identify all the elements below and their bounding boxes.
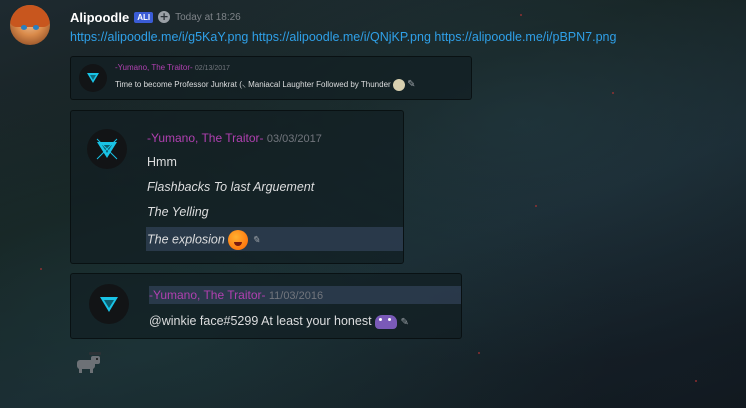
embed-date: 03/03/2017 (266, 133, 322, 145)
embed-avatar (87, 129, 127, 169)
logo-icon (100, 297, 118, 312)
background-speck (520, 14, 522, 16)
link-1[interactable]: https://alipoodle.me/i/g5KaY.png (70, 30, 248, 44)
embed-text: The explosion (147, 232, 225, 247)
embed-card-2: -Yumano, The Traitor- 03/03/2017 Hmm Fla… (70, 110, 404, 264)
embed-avatar (79, 64, 107, 92)
avatar-eye (33, 25, 39, 30)
embed-text-line: Hmm (147, 155, 177, 169)
embed-author[interactable]: -Yumano, The Traitor- (149, 288, 266, 302)
link-3[interactable]: https://alipoodle.me/i/pBPN7.png (434, 30, 616, 44)
background-speck (40, 268, 42, 270)
embed-author-line: -Yumano, The Traitor- 02/13/2017 (115, 63, 230, 72)
emoji-icon (375, 314, 398, 329)
embed-text-line: The explosion ✎ (147, 230, 260, 250)
embed-author[interactable]: -Yumano, The Traitor- (147, 131, 264, 145)
username[interactable]: Alipoodle (70, 10, 129, 25)
embed-author[interactable]: -Yumano, The Traitor- (115, 63, 193, 72)
pet-icon[interactable] (73, 350, 103, 374)
embed-card-1: -Yumano, The Traitor- 02/13/2017 Time to… (70, 56, 472, 100)
embed-date: 11/03/2016 (268, 290, 324, 302)
background-speck (695, 380, 697, 382)
embed-avatar (89, 284, 129, 324)
embed-text-line: Time to become Professor Junkrat (⸜ Mani… (115, 79, 416, 91)
pencil-icon: ✎ (400, 317, 409, 328)
user-avatar[interactable] (10, 5, 50, 45)
background-speck (612, 92, 614, 94)
avatar-eye (21, 25, 27, 30)
emoji-icon (228, 230, 249, 250)
link-2[interactable]: https://alipoodle.me/i/QNjKP.png (252, 30, 431, 44)
embed-text-line: Flashbacks To last Arguement (147, 180, 315, 194)
avatar-hair (10, 5, 50, 27)
embed-text: Time to become Professor Junkrat (⸜ Mani… (115, 80, 391, 90)
background-speck (535, 205, 537, 207)
logo-icon (96, 138, 118, 160)
background-speck (478, 352, 480, 354)
pencil-icon: ✎ (251, 235, 261, 247)
emoji-icon (392, 79, 405, 91)
message-header: Alipoodle ALI + Today at 18:26 (70, 8, 241, 26)
pencil-icon: ✎ (407, 79, 416, 91)
embed-author-line: -Yumano, The Traitor- 03/03/2017 (147, 131, 322, 145)
embed-date: 02/13/2017 (194, 65, 230, 72)
embed-card-3: -Yumano, The Traitor- 11/03/2016 @winkie… (70, 273, 462, 339)
message-timestamp: Today at 18:26 (175, 11, 241, 23)
embed-text-line: The Yelling (147, 205, 209, 219)
embed-text: @winkie face#5299 At least your honest (149, 314, 372, 328)
logo-icon (87, 73, 99, 83)
embed-text-line: @winkie face#5299 At least your honest ✎ (149, 314, 409, 329)
embed-author-line: -Yumano, The Traitor- 11/03/2016 (149, 288, 323, 302)
plus-icon[interactable]: + (158, 11, 171, 23)
bot-badge: ALI (134, 11, 154, 23)
message-links: https://alipoodle.me/i/g5KaY.png https:/… (70, 30, 616, 44)
